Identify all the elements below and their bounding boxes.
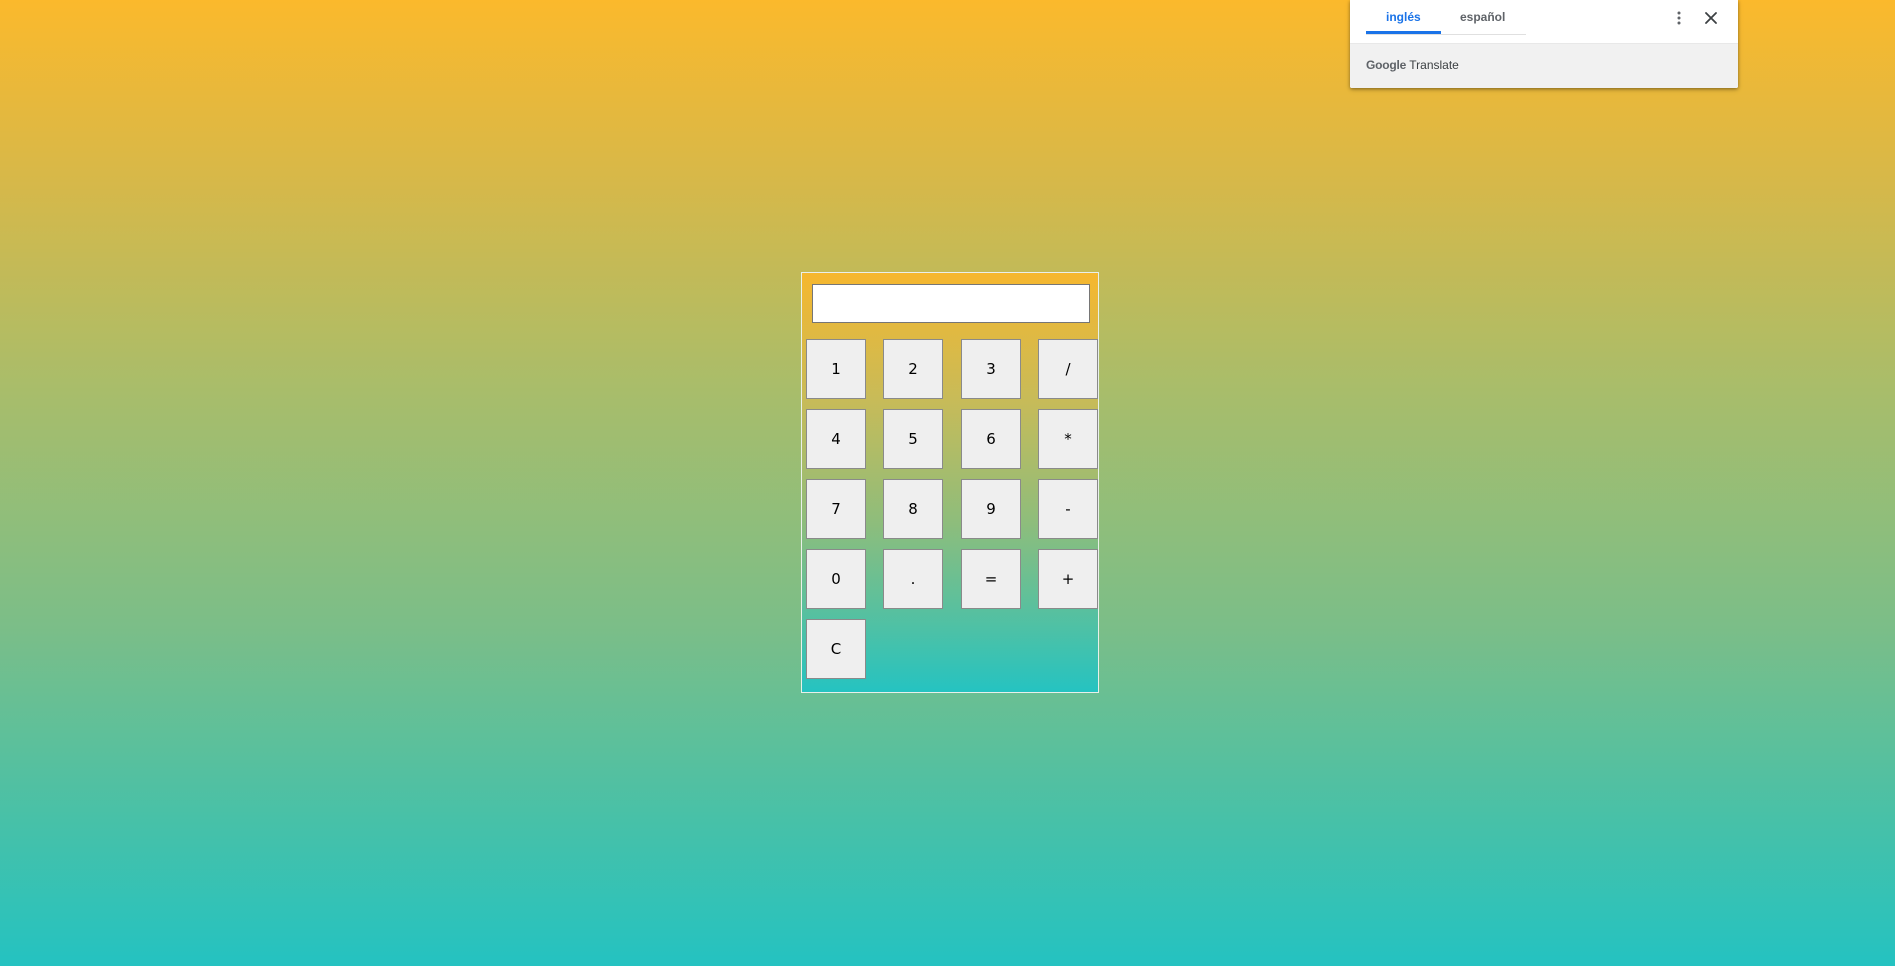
- translate-label: Translate: [1409, 58, 1459, 72]
- more-vert-icon[interactable]: [1667, 6, 1691, 30]
- key-7-button[interactable]: 7: [806, 479, 866, 539]
- close-icon-glyph: [1705, 12, 1717, 24]
- clear-button[interactable]: C: [806, 619, 866, 679]
- google-logo-text: Google: [1366, 58, 1407, 72]
- active-tab-indicator: [1366, 31, 1441, 34]
- calculator: 1 2 3 / 4 5 6 * 7 8 9 - 0 . = + C: [801, 272, 1099, 693]
- key-6-button[interactable]: 6: [961, 409, 1021, 469]
- key-9-button[interactable]: 9: [961, 479, 1021, 539]
- tab-espanol[interactable]: español: [1460, 10, 1505, 24]
- multiply-button[interactable]: *: [1038, 409, 1098, 469]
- google-translate-brand: Google Translate: [1366, 58, 1459, 72]
- key-8-button[interactable]: 8: [883, 479, 943, 539]
- translate-popup: inglés español Google Translate: [1350, 0, 1738, 88]
- tab-ingles[interactable]: inglés: [1386, 10, 1421, 24]
- more-vert-icon-glyph: [1677, 11, 1681, 25]
- close-icon[interactable]: [1699, 6, 1723, 30]
- key-4-button[interactable]: 4: [806, 409, 866, 469]
- key-3-button[interactable]: 3: [961, 339, 1021, 399]
- equals-button[interactable]: =: [961, 549, 1021, 609]
- key-1-button[interactable]: 1: [806, 339, 866, 399]
- calculator-display[interactable]: [812, 284, 1090, 323]
- translate-footer: Google Translate: [1350, 43, 1738, 88]
- divide-button[interactable]: /: [1038, 339, 1098, 399]
- language-tabs: inglés español: [1366, 0, 1526, 35]
- key-0-button[interactable]: 0: [806, 549, 866, 609]
- decimal-button[interactable]: .: [883, 549, 943, 609]
- key-5-button[interactable]: 5: [883, 409, 943, 469]
- add-button[interactable]: +: [1038, 549, 1098, 609]
- subtract-button[interactable]: -: [1038, 479, 1098, 539]
- key-2-button[interactable]: 2: [883, 339, 943, 399]
